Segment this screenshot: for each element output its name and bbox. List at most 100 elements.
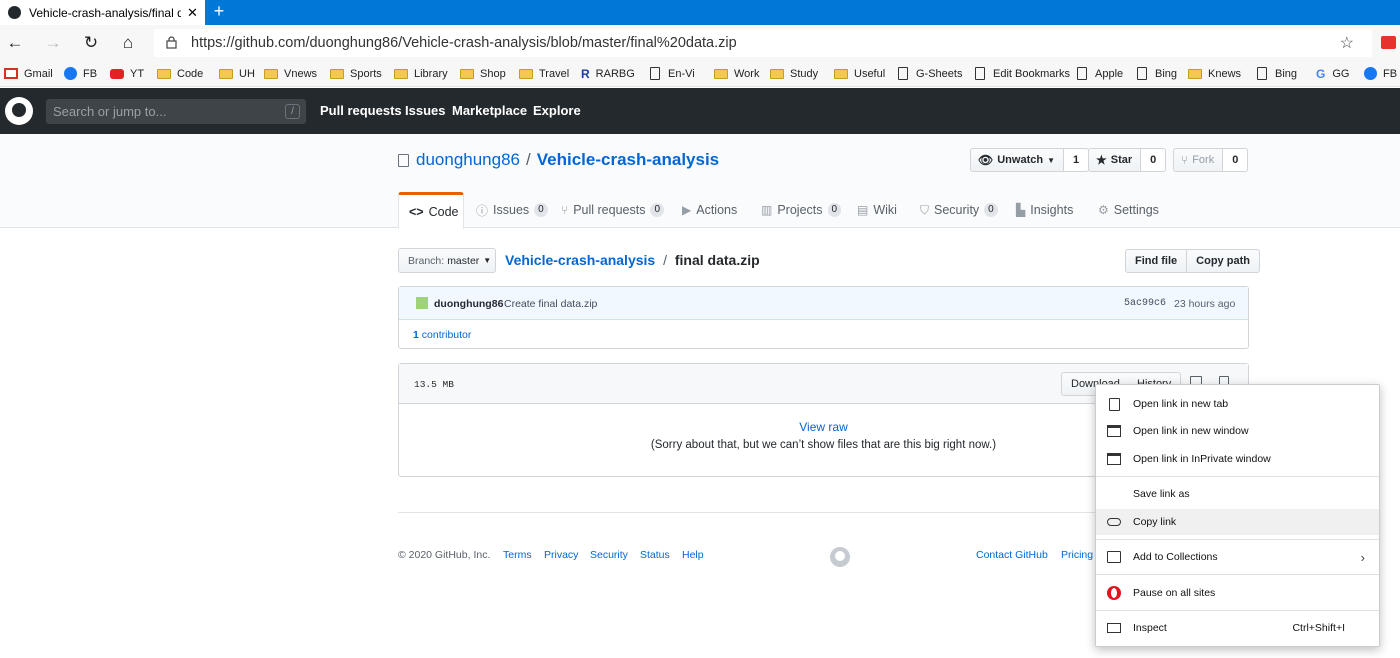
nav-explore[interactable]: Explore [533,103,581,118]
bookmark-travel[interactable]: Travel [519,65,569,82]
bookmark-bing[interactable]: Bing [1257,65,1297,82]
tab-projects-count: 0 [827,203,842,217]
tab-insights[interactable]: ▙ Insights [1016,192,1073,228]
copy-path-button[interactable]: Copy path [1187,249,1260,273]
collections-icon [1107,551,1121,563]
tab-pull-requests[interactable]: ⑂ Pull requests 0 [561,192,665,228]
new-window-icon [1107,425,1121,437]
footer-terms-link[interactable]: Terms [503,549,532,561]
repo-icon [398,153,409,167]
footer-pricing-link[interactable]: Pricing [1061,549,1093,561]
bookmark-code[interactable]: Code [157,65,203,82]
bookmark-library[interactable]: Library [394,65,448,82]
commit-sha-link[interactable]: 5ac99c6 [1124,298,1166,309]
branch-select-button[interactable]: Branch: master ▼ [398,248,496,273]
breadcrumb: Vehicle-crash-analysis / final data.zip [505,252,760,268]
tab-code[interactable]: <> Code [398,192,464,229]
bookmark-en-vi[interactable]: En-Vi [650,65,695,82]
bookmark-study[interactable]: Study [770,65,818,82]
forward-arrow-icon[interactable]: → [42,32,64,54]
new-tab-button[interactable]: + [208,0,230,25]
search-box[interactable]: / [46,99,306,124]
nav-marketplace[interactable]: Marketplace [452,103,527,118]
tab-wiki[interactable]: ▤ Wiki [857,192,897,228]
contributors-label: contributor [421,329,472,341]
bookmark-rarbg[interactable]: R RARBG [581,65,635,82]
bookmark-label: Work [734,67,760,80]
play-icon: ▶ [682,203,692,217]
tab-pull-requests-label: Pull requests [573,203,646,217]
menu-item-open-inprivate[interactable]: Open link in InPrivate window [1096,446,1379,472]
bookmark-knews[interactable]: Knews [1188,65,1241,82]
bookmark-sports[interactable]: Sports [330,65,382,82]
home-icon[interactable]: ⌂ [117,32,139,54]
tab-projects[interactable]: ▥ Projects 0 [761,192,842,228]
footer-contact-link[interactable]: Contact GitHub [976,549,1048,561]
menu-item-inspect[interactable]: Inspect Ctrl+Shift+I [1096,615,1379,641]
browser-tab[interactable]: Vehicle-crash-analysis/final data.zip at… [0,0,205,25]
footer-status-link[interactable]: Status [640,549,670,561]
bookmark-bing[interactable]: Bing [1137,65,1177,82]
menu-item-label: Save link as [1133,488,1190,500]
tab-close-icon[interactable]: ✕ [187,5,198,21]
find-file-button[interactable]: Find file [1125,249,1188,273]
unwatch-group: 👁 Unwatch ▼ 1 [970,148,1090,172]
back-arrow-icon[interactable]: ← [4,32,26,54]
menu-item-open-new-window[interactable]: Open link in new window [1096,418,1379,444]
bookmark-gg[interactable]: G GG [1316,65,1349,82]
nav-pull-requests[interactable]: Pull requests [320,103,402,118]
search-input[interactable] [46,99,276,124]
breadcrumb-repo-link[interactable]: Vehicle-crash-analysis [505,252,655,268]
repo-owner-link[interactable]: duonghung86 [416,150,520,170]
tab-issues[interactable]: ⓘ Issues 0 [476,192,548,228]
opera-adblock-icon [1107,586,1121,600]
bookmark-fb[interactable]: FB [64,65,97,82]
branch-label: Branch: [408,254,445,267]
repo-name-link[interactable]: Vehicle-crash-analysis [537,150,719,170]
bookmark-apple[interactable]: Apple [1077,65,1123,82]
nav-issues[interactable]: Issues [405,103,445,118]
tab-settings[interactable]: ⚙ Settings [1098,192,1159,228]
bookmark-edit-bookmarks[interactable]: Edit Bookmarks [975,65,1070,82]
footer-security-link[interactable]: Security [590,549,628,561]
bookmark-uh[interactable]: UH [219,65,255,82]
new-tab-icon [1109,397,1120,411]
unwatch-button[interactable]: 👁 Unwatch ▼ [970,148,1064,172]
commit-message-link[interactable]: Create final data.zip [504,298,597,310]
fork-button[interactable]: ⑂ Fork [1173,148,1224,172]
commit-author-link[interactable]: duonghung86 [434,298,503,310]
menu-item-save-link-as[interactable]: Save link as [1096,481,1379,507]
folder-icon [834,68,848,79]
link-icon [1107,518,1121,526]
gmail-icon [4,68,18,79]
github-logo-icon[interactable] [5,97,33,125]
star-button[interactable]: ★ Star [1088,148,1142,172]
github-footer-logo-icon[interactable] [830,547,850,567]
contributors-link[interactable]: 1 contributor [413,329,471,341]
bookmark-work[interactable]: Work [714,65,759,82]
menu-item-add-to-collections[interactable]: Add to Collections › [1096,544,1379,570]
bookmark-g-sheets[interactable]: G-Sheets [898,65,962,82]
bookmark-yt[interactable]: YT [110,65,144,82]
watchers-count[interactable]: 1 [1064,148,1090,172]
menu-item-pause-all-sites[interactable]: Pause on all sites [1096,580,1379,606]
bookmark-useful[interactable]: Useful [834,65,885,82]
shield-icon: ⛉ [920,202,930,217]
forks-count[interactable]: 0 [1223,148,1249,172]
menu-item-copy-link[interactable]: Copy link [1096,509,1379,535]
refresh-icon[interactable]: ↻ [80,32,102,54]
url-field[interactable]: https://github.com/duonghung86/Vehicle-c… [154,29,1372,57]
extension-icon[interactable] [1381,36,1396,49]
stars-count[interactable]: 0 [1141,148,1167,172]
bookmark-vnews[interactable]: Vnews [264,65,317,82]
footer-privacy-link[interactable]: Privacy [544,549,578,561]
avatar[interactable] [416,297,428,309]
menu-item-open-new-tab[interactable]: Open link in new tab [1096,391,1379,417]
tab-security[interactable]: ⛉ Security 0 [920,192,998,228]
bookmark-fb[interactable]: FB [1364,65,1397,82]
footer-help-link[interactable]: Help [682,549,704,561]
tab-actions[interactable]: ▶ Actions [682,192,737,228]
bookmark-shop[interactable]: Shop [460,65,506,82]
bookmark-gmail[interactable]: Gmail [4,65,53,82]
favorite-star-icon[interactable]: ☆ [1340,33,1354,53]
